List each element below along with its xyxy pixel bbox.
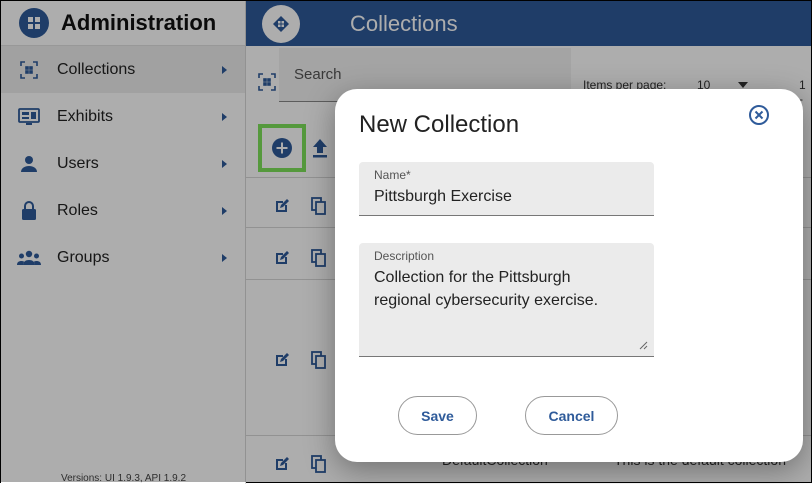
resize-handle-icon[interactable]: [639, 341, 648, 350]
new-collection-dialog: New Collection Name* Pittsburgh Exercise…: [335, 89, 803, 462]
name-input[interactable]: Pittsburgh Exercise: [374, 185, 639, 208]
description-line: regional cybersecurity exercise.: [374, 292, 599, 309]
dialog-title: New Collection: [359, 111, 520, 138]
save-button[interactable]: Save: [398, 396, 477, 435]
cancel-button[interactable]: Cancel: [525, 396, 618, 435]
description-field[interactable]: Description Collection for the Pittsburg…: [359, 243, 654, 357]
name-field[interactable]: Name* Pittsburgh Exercise: [359, 162, 654, 216]
description-field-label: Description: [374, 249, 435, 263]
description-line: Collection for the Pittsburgh: [374, 269, 571, 286]
description-textarea[interactable]: Collection for the Pittsburgh regional c…: [374, 266, 639, 312]
name-field-label: Name*: [374, 168, 411, 182]
close-icon[interactable]: [748, 104, 770, 126]
